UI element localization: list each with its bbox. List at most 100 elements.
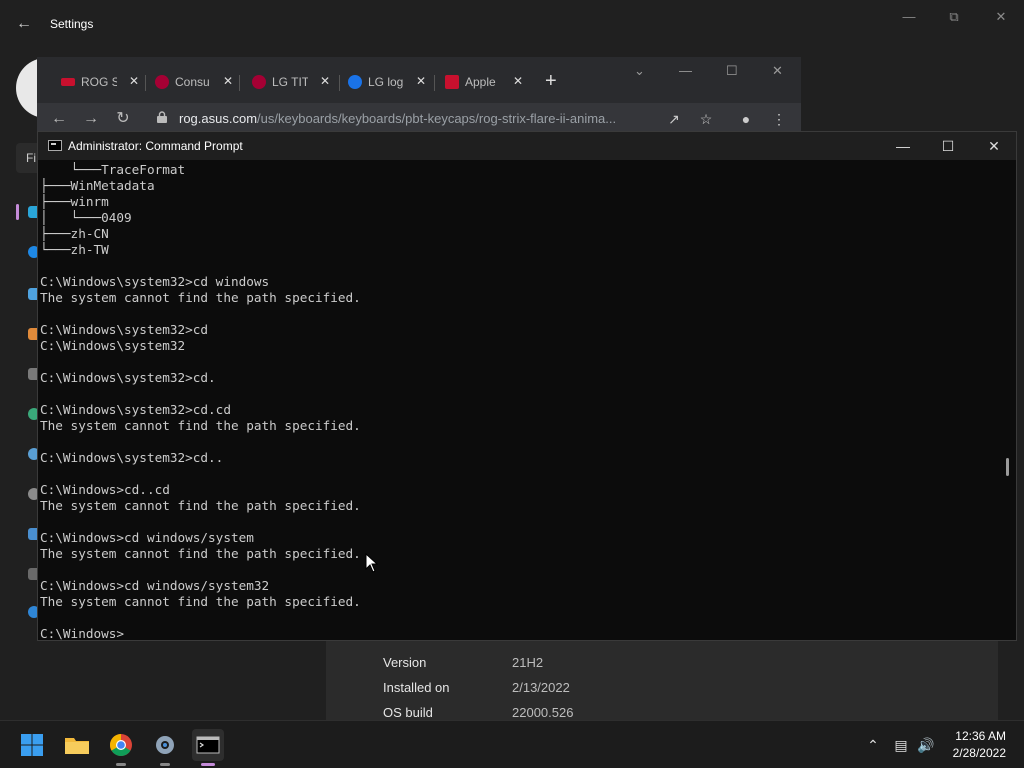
lock-icon[interactable] <box>157 111 167 123</box>
tab-search-icon[interactable]: ⌄ <box>634 63 645 79</box>
about-label: Version <box>383 655 427 670</box>
settings-minimize-button[interactable]: — <box>898 8 920 26</box>
volume-icon[interactable]: 🔊 <box>916 735 936 755</box>
clock-date[interactable]: 2/28/2022 <box>942 746 1006 760</box>
tab-label: LG TITL <box>272 75 308 89</box>
cmd-maximize-button[interactable]: ☐ <box>936 136 960 156</box>
url-host: rog.asus.com <box>179 111 258 126</box>
console-line: │ └───0409 <box>40 210 132 225</box>
browser-tab[interactable]: LG log ✕ <box>348 71 428 95</box>
network-icon[interactable]: ▤ <box>891 735 911 755</box>
chrome-maximize-button[interactable]: ☐ <box>726 63 738 79</box>
settings-restore-button[interactable]: ⧉ <box>943 8 965 26</box>
console-line: └───TraceFormat <box>40 162 186 177</box>
back-icon[interactable]: ← <box>49 109 69 129</box>
browser-tab[interactable]: Consu ✕ <box>155 71 235 95</box>
new-tab-button[interactable]: + <box>545 70 557 93</box>
reload-icon[interactable]: ↻ <box>113 109 133 129</box>
lg-favicon-icon <box>348 75 362 89</box>
tab-divider <box>339 75 340 91</box>
console-line: C:\Windows\system32>cd <box>40 322 209 337</box>
cmd-titlebar[interactable]: Administrator: Command Prompt — ☐ ✕ <box>38 132 1016 160</box>
apple-favicon-icon <box>445 75 459 89</box>
cmd-minimize-button[interactable]: — <box>891 136 915 156</box>
tab-divider <box>239 75 240 91</box>
console-line: C:\Windows\system32>cd windows <box>40 274 270 289</box>
browser-tab[interactable]: LG TITL ✕ <box>252 71 332 95</box>
scrollbar-thumb[interactable] <box>1006 458 1009 476</box>
about-value: 22000.526 <box>512 705 574 720</box>
file-explorer-button[interactable] <box>61 729 93 761</box>
back-arrow-icon[interactable]: ← <box>14 14 34 34</box>
close-tab-icon[interactable]: ✕ <box>223 74 233 88</box>
console-line: └───zh-TW <box>40 242 109 257</box>
console-line: ├───winrm <box>40 194 109 209</box>
taskbar: ⌃ ▤ 🔊 12:36 AM 2/28/2022 <box>0 720 1024 768</box>
lg-favicon-icon <box>252 75 266 89</box>
windows-specifications-panel: Version 21H2 Installed on 2/13/2022 OS b… <box>326 641 998 720</box>
chrome-close-button[interactable]: ✕ <box>772 63 783 79</box>
settings-taskbar-button[interactable] <box>149 729 181 766</box>
start-button[interactable] <box>16 729 48 761</box>
about-label: Installed on <box>383 680 450 695</box>
windows-logo-icon <box>21 734 43 756</box>
console-line: C:\Windows\system32>cd. <box>40 370 216 385</box>
console-line: C:\Windows>cd windows/system <box>40 530 254 545</box>
cmd-app-icon <box>48 140 62 151</box>
console-output[interactable]: └───TraceFormat ├───WinMetadata ├───winrm │… <box>40 162 1000 642</box>
running-indicator <box>116 763 126 766</box>
gear-icon <box>156 736 174 754</box>
chevron-up-icon[interactable]: ⌃ <box>863 735 883 755</box>
about-label: OS build <box>383 705 433 720</box>
lg-favicon-icon <box>155 75 169 89</box>
sidebar-selected-indicator <box>16 204 19 220</box>
tab-label: ROG S <box>81 75 117 89</box>
forward-icon[interactable]: → <box>81 109 101 129</box>
close-tab-icon[interactable]: ✕ <box>129 74 139 88</box>
console-line: The system cannot find the path specifie… <box>40 594 361 609</box>
cmd-title: Administrator: Command Prompt <box>68 139 243 153</box>
chrome-minimize-button[interactable]: — <box>679 63 692 78</box>
console-line: ├───WinMetadata <box>40 178 155 193</box>
tab-strip: ROG S ✕ Consu ✕ LG TITL ✕ LG log ✕ Apple… <box>37 57 801 103</box>
folder-icon <box>65 738 89 754</box>
console-line: C:\Windows>cd..cd <box>40 482 170 497</box>
browser-tab[interactable]: Apple ✕ <box>445 71 525 95</box>
browser-tab[interactable]: ROG S ✕ <box>61 71 141 95</box>
profile-icon[interactable]: ● <box>737 110 755 128</box>
settings-title: Settings <box>50 17 94 31</box>
mouse-cursor-icon <box>365 553 379 573</box>
bookmark-star-icon[interactable]: ☆ <box>697 110 715 128</box>
cmd-taskbar-button[interactable] <box>192 729 224 766</box>
menu-kebab-icon[interactable]: ⋮ <box>770 110 788 128</box>
console-line: The system cannot find the path specifie… <box>40 498 361 513</box>
close-tab-icon[interactable]: ✕ <box>513 74 523 88</box>
cmd-close-button[interactable]: ✕ <box>982 136 1006 156</box>
console-line: C:\Windows\system32>cd.. <box>40 450 224 465</box>
tab-label: Apple <box>465 75 496 89</box>
tab-label: Consu <box>175 75 210 89</box>
share-icon[interactable]: ↗ <box>665 110 683 128</box>
chrome-window: ROG S ✕ Consu ✕ LG TITL ✕ LG log ✕ Apple… <box>37 57 801 135</box>
console-line: C:\Windows> <box>40 626 125 641</box>
console-line: C:\Windows\system32>cd.cd <box>40 402 231 417</box>
console-line: ├───zh-CN <box>40 226 109 241</box>
cmd-window[interactable]: Administrator: Command Prompt — ☐ ✕ └───… <box>37 131 1017 641</box>
address-bar[interactable]: rog.asus.com/us/keyboards/keyboards/pbt-… <box>179 111 616 126</box>
clock-time[interactable]: 12:36 AM <box>948 729 1006 743</box>
chrome-taskbar-button[interactable] <box>105 729 137 766</box>
tab-divider <box>434 75 435 91</box>
active-indicator <box>201 763 215 766</box>
close-tab-icon[interactable]: ✕ <box>416 74 426 88</box>
console-line: C:\Windows\system32 <box>40 338 186 353</box>
close-tab-icon[interactable]: ✕ <box>320 74 330 88</box>
settings-close-button[interactable]: ✕ <box>990 8 1012 26</box>
about-value: 2/13/2022 <box>512 680 570 695</box>
